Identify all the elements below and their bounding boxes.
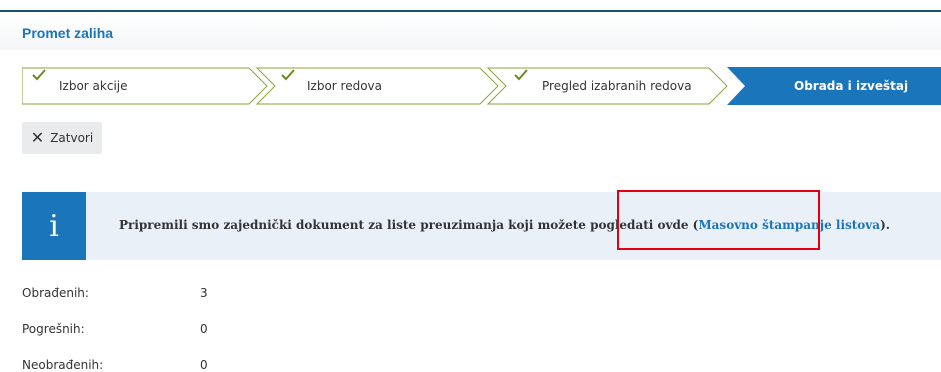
stat-label-errors: Pogrešnih: <box>22 322 85 336</box>
stat-value-processed: 3 <box>200 286 208 300</box>
page-header <box>0 12 941 50</box>
info-text-before: Pripremili smo zajednički dokument za li… <box>119 218 699 232</box>
close-icon: ✕ <box>30 128 45 147</box>
step-label-izbor-redova[interactable]: Izbor redova <box>307 79 382 93</box>
checkmark-icon <box>32 69 46 81</box>
step-label-obrada-active: Obrada i izveštaj <box>794 79 909 93</box>
step-label-pregled[interactable]: Pregled izabranih redova <box>542 79 692 93</box>
close-button-label: Zatvori <box>50 131 94 145</box>
info-text-after: ). <box>880 218 890 232</box>
page-title: Promet zaliha <box>22 25 114 41</box>
checkmark-icon <box>514 69 528 81</box>
stat-label-processed: Obrađenih: <box>22 286 89 300</box>
step-label-izbor-akcije[interactable]: Izbor akcije <box>59 79 128 93</box>
checkmark-icon <box>281 69 295 81</box>
info-icon: i <box>22 192 86 260</box>
stat-value-errors: 0 <box>200 322 208 336</box>
highlight-box <box>617 190 820 250</box>
stat-value-unprocessed: 0 <box>200 358 208 372</box>
info-icon-glyph: i <box>49 208 59 244</box>
close-button[interactable]: ✕ Zatvori <box>22 122 102 154</box>
wizard-steps: Izbor akcije Izbor redova Pregled izabra… <box>22 67 941 105</box>
stat-label-unprocessed: Neobrađenih: <box>22 358 104 372</box>
